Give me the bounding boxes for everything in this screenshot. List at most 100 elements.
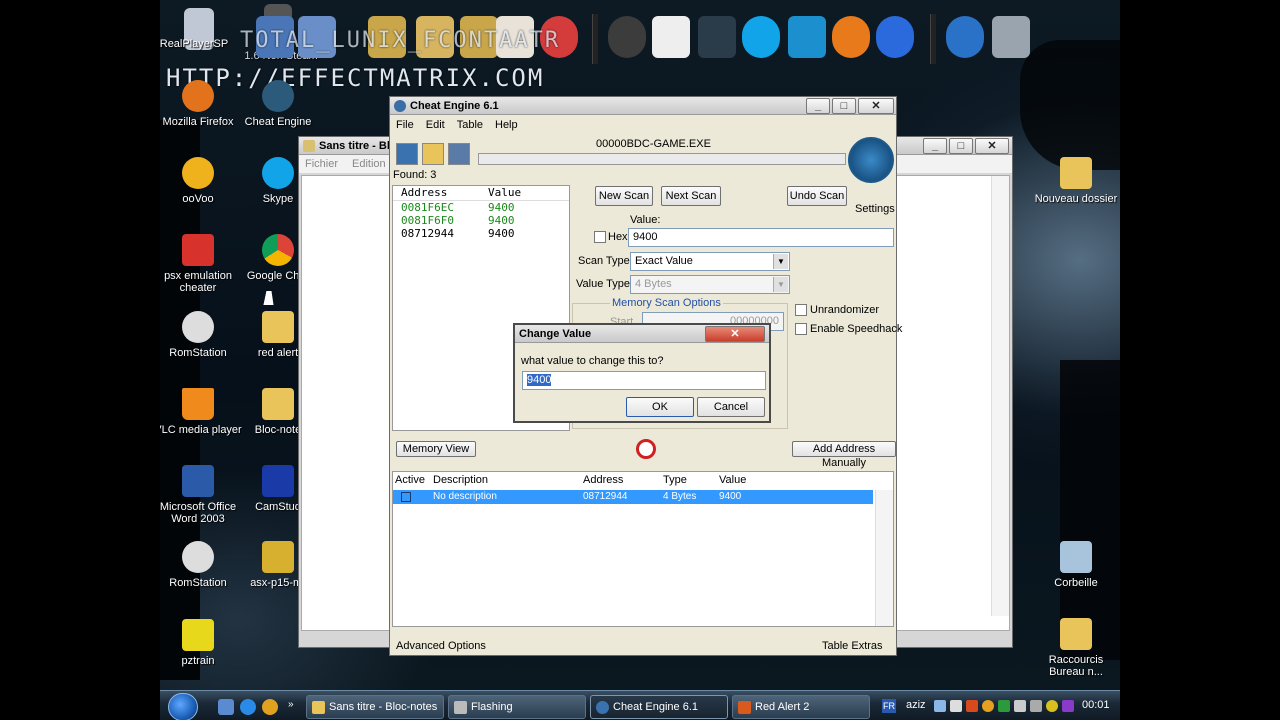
desktop-icon-vlc[interactable]: VLC media player (160, 388, 242, 436)
network-icon[interactable] (934, 700, 946, 712)
media-player-icon[interactable] (876, 16, 914, 58)
trash-icon[interactable] (992, 16, 1030, 58)
memory-view-button[interactable]: Memory View (396, 441, 476, 457)
add-address-manually-button[interactable]: Add Address Manually (792, 441, 896, 469)
select-process-button[interactable] (396, 143, 418, 165)
undo-scan-button[interactable]: Undo Scan (787, 186, 847, 206)
bluetooth-icon[interactable] (1014, 700, 1026, 712)
close-button[interactable]: ✕ (705, 326, 765, 342)
scan-type-select[interactable]: Exact Value ▼ (630, 252, 790, 271)
col-description[interactable]: Description (433, 474, 488, 486)
vertical-scrollbar[interactable] (991, 176, 1009, 616)
task-flashing[interactable]: Flashing (448, 695, 586, 719)
chrome-icon[interactable] (262, 699, 278, 715)
table-extras-link[interactable]: Table Extras (822, 640, 883, 652)
desktop-icon-psx[interactable]: psx emulation cheater (160, 234, 242, 294)
chrome-icon (262, 234, 294, 266)
list-item[interactable]: 0081F6F0 9400 (393, 214, 569, 227)
cancel-button[interactable]: Cancel (697, 397, 765, 417)
maximize-button[interactable]: □ (832, 98, 856, 114)
open-file-icon[interactable] (422, 143, 444, 165)
dialog-titlebar[interactable]: Change Value ✕ (515, 325, 769, 343)
desktop-icon-romstation[interactable]: RomStation (160, 311, 242, 359)
results-header-address[interactable]: Address (401, 186, 488, 200)
antivirus-icon[interactable] (966, 700, 978, 712)
col-address[interactable]: Address (583, 474, 623, 486)
new-scan-button[interactable]: New Scan (595, 186, 653, 206)
menu-file[interactable]: File (396, 119, 414, 131)
red-alert-icon (738, 701, 751, 714)
update-icon[interactable] (982, 700, 994, 712)
hex-checkbox[interactable] (594, 231, 606, 243)
desktop-icon-word[interactable]: Microsoft Office Word 2003 (160, 465, 242, 525)
clock[interactable]: 00:01 (1082, 699, 1110, 711)
close-button[interactable]: ✕ (858, 98, 894, 114)
speedhack-checkbox[interactable] (795, 323, 807, 335)
minimize-button[interactable]: _ (923, 138, 947, 154)
task-red-alert[interactable]: Red Alert 2 (732, 695, 870, 719)
icon-label: VLC media player (160, 424, 242, 436)
results-header-value[interactable]: Value (488, 186, 521, 200)
chevron-right-icon[interactable]: » (288, 699, 294, 710)
new-value-input[interactable]: 9400 (522, 371, 766, 390)
settings-link[interactable]: Settings (855, 203, 895, 215)
menu-edit[interactable]: Edit (426, 119, 445, 131)
close-button[interactable]: ✕ (975, 138, 1009, 154)
list-item[interactable]: 0081F6EC 9400 (393, 201, 569, 214)
vertical-scrollbar[interactable] (875, 490, 893, 626)
power-icon[interactable] (1046, 700, 1058, 712)
menu-table[interactable]: Table (457, 119, 483, 131)
firefox-icon (182, 80, 214, 112)
firefox-icon[interactable] (832, 16, 870, 58)
save-icon[interactable] (448, 143, 470, 165)
cheat-table[interactable]: Active Description Address Type Value No… (392, 471, 894, 627)
desktop-icon-pztrain[interactable]: pztrain (160, 619, 242, 667)
menu-help[interactable]: Help (495, 119, 518, 131)
internet-explorer-icon[interactable] (240, 699, 256, 715)
tray-app-icon[interactable] (1062, 700, 1074, 712)
counter-strike-icon[interactable] (698, 16, 736, 58)
value-type-select[interactable]: 4 Bytes ▼ (630, 275, 790, 294)
task-cheat-engine[interactable]: Cheat Engine 6.1 (590, 695, 728, 719)
desktop-icon-cheat-engine[interactable]: Cheat Engine (234, 80, 322, 128)
device-icon[interactable] (950, 700, 962, 712)
stop-icon[interactable] (636, 439, 656, 459)
desktop-icon-firefox[interactable]: Mozilla Firefox (160, 80, 242, 128)
cheat-engine-logo-icon[interactable] (848, 137, 894, 183)
project-igi-icon[interactable] (608, 16, 646, 58)
col-active[interactable]: Active (395, 474, 425, 486)
status-icon[interactable] (998, 700, 1010, 712)
cheat-engine-titlebar[interactable]: Cheat Engine 6.1 _ □ ✕ (390, 97, 896, 115)
show-desktop-icon[interactable] (218, 699, 234, 715)
list-item[interactable]: 08712944 9400 (393, 227, 569, 240)
minimize-button[interactable]: _ (806, 98, 830, 114)
desktop-icon-nouveau-dossier[interactable]: Nouveau dossier (1032, 157, 1120, 205)
volume-icon[interactable] (1030, 700, 1042, 712)
scan-value-input[interactable]: 9400 (628, 228, 894, 247)
ok-button[interactable]: OK (626, 397, 694, 417)
bluetooth-icon[interactable] (788, 16, 826, 58)
maximize-button[interactable]: □ (949, 138, 973, 154)
task-notepad[interactable]: Sans titre - Bloc-notes (306, 695, 444, 719)
advanced-options-link[interactable]: Advanced Options (396, 640, 486, 652)
skype-icon[interactable] (742, 16, 780, 58)
menu-edition[interactable]: Edition (352, 158, 386, 170)
language-indicator[interactable]: FR (882, 699, 896, 713)
desktop-icon-realplayer[interactable]: RealPlayerSP (160, 38, 234, 50)
active-checkbox[interactable] (401, 492, 411, 502)
table-row[interactable]: No description 08712944 4 Bytes 9400 (393, 490, 873, 504)
desktop-icon-romstation-2[interactable]: RomStation (160, 541, 242, 589)
desktop-icon-oovoo[interactable]: ooVoo (160, 157, 242, 205)
unrandomizer-checkbox[interactable] (795, 304, 807, 316)
banner-text: TOTAL_LUNIX_FCONTAATR (240, 28, 561, 53)
gear-icon[interactable] (946, 16, 984, 58)
col-value[interactable]: Value (719, 474, 746, 486)
start-button[interactable] (168, 693, 198, 720)
taskbar: » Sans titre - Bloc-notes Flashing Cheat… (160, 690, 1120, 720)
next-scan-button[interactable]: Next Scan (661, 186, 721, 206)
desktop-icon-corbeille[interactable]: Corbeille (1032, 541, 1120, 589)
desktop-icon-raccourcis[interactable]: Raccourcis Bureau n... (1032, 618, 1120, 678)
col-type[interactable]: Type (663, 474, 687, 486)
menu-fichier[interactable]: Fichier (305, 158, 338, 170)
eye-icon[interactable] (652, 16, 690, 58)
